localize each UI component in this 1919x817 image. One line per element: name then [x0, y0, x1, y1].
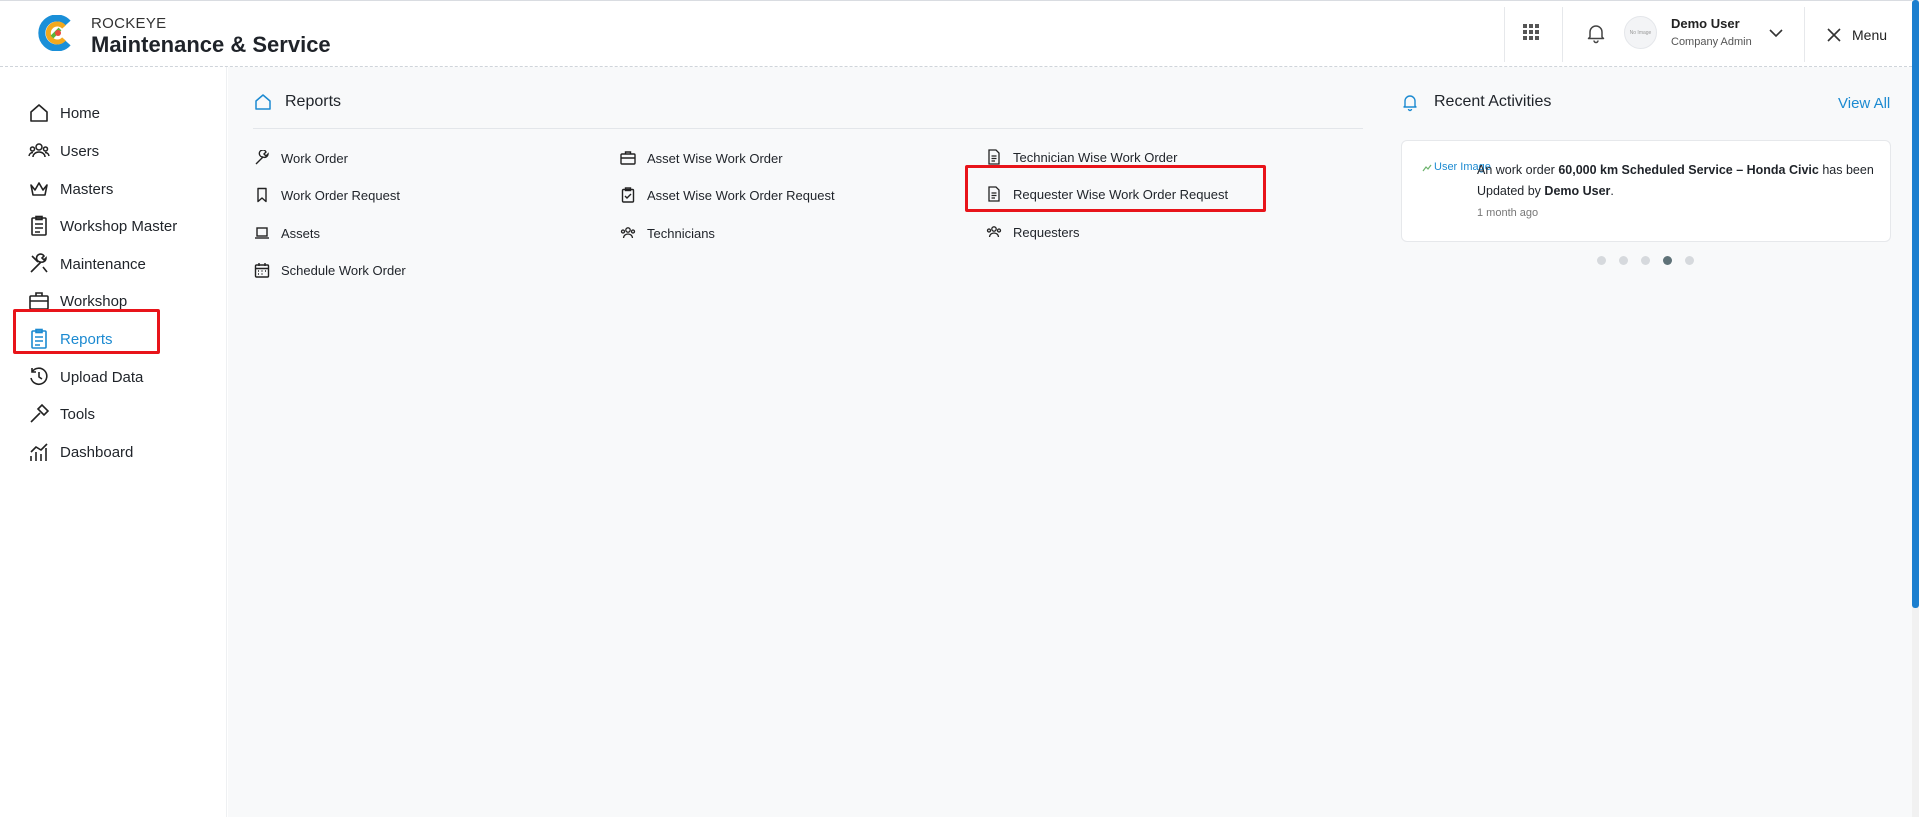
sidebar-item-workshop-master[interactable]: Workshop Master	[28, 213, 177, 239]
report-link-assets[interactable]: Assets	[253, 224, 320, 242]
app-title: Maintenance & Service	[91, 32, 331, 57]
report-link-requester-wise-work-order-request[interactable]: Requester Wise Work Order Request	[985, 185, 1228, 203]
carousel-dot[interactable]	[1597, 256, 1606, 265]
tools-icon	[28, 253, 50, 275]
activity-actor: Demo User	[1544, 184, 1611, 198]
report-link-label: Work Order	[281, 150, 348, 166]
header-divider	[1562, 7, 1563, 62]
report-link-work-order-request[interactable]: Work Order Request	[253, 186, 400, 204]
chart-icon	[28, 441, 50, 463]
menu-label: Menu	[1852, 27, 1888, 43]
sidebar-item-label: Reports	[60, 330, 113, 348]
activity-subject: 60,000 km Scheduled Service – Honda Civi…	[1558, 163, 1819, 177]
hammer-icon	[28, 403, 50, 425]
notifications-bell-icon[interactable]	[1585, 22, 1607, 44]
report-link-asset-wise-work-order[interactable]: Asset Wise Work Order	[619, 149, 783, 167]
report-link-label: Requester Wise Work Order Request	[1013, 186, 1229, 202]
view-all-link[interactable]: View All	[1838, 95, 1890, 112]
sidebar-item-label: Users	[60, 142, 100, 160]
header-divider	[1504, 7, 1505, 62]
report-link-label: Technicians	[647, 225, 715, 241]
sidebar-item-workshop[interactable]: Workshop	[28, 288, 127, 314]
sidebar-item-label: Workshop Master	[60, 217, 178, 235]
report-link-label: Technician Wise Work Order	[1013, 149, 1178, 165]
sidebar-item-label: Maintenance	[60, 255, 146, 273]
document-icon	[985, 185, 1003, 203]
history-icon	[28, 366, 50, 388]
report-link-label: Work Order Request	[281, 187, 400, 203]
report-link-label: Schedule Work Order	[281, 262, 406, 278]
briefcase-icon	[619, 149, 637, 167]
avatar[interactable]: No Image	[1624, 16, 1657, 49]
document-icon	[985, 148, 1003, 166]
brand-name: ROCKEYE	[91, 15, 167, 32]
activity-card: User Image An work order 60,000 km Sched…	[1401, 140, 1891, 242]
report-link-label: Asset Wise Work Order	[647, 150, 783, 166]
menu-button[interactable]: Menu	[1826, 25, 1887, 45]
sidebar-item-tools[interactable]: Tools	[28, 401, 95, 427]
broken-image-icon	[1422, 164, 1432, 172]
report-link-requesters[interactable]: Requesters	[985, 223, 1079, 241]
carousel-dots	[1597, 256, 1694, 265]
scrollbar-thumb[interactable]	[1912, 0, 1919, 608]
carousel-dot[interactable]	[1641, 256, 1650, 265]
sidebar-item-label: Home	[60, 104, 101, 122]
sidebar-item-masters[interactable]: Masters	[28, 176, 113, 202]
crown-icon	[28, 178, 50, 200]
sidebar-item-label: Upload Data	[60, 368, 144, 386]
users-icon	[28, 140, 50, 162]
sidebar-item-label: Dashboard	[60, 443, 134, 461]
report-link-technicians[interactable]: Technicians	[619, 224, 715, 242]
users-icon	[985, 223, 1003, 241]
sidebar-item-upload-data[interactable]: Upload Data	[28, 364, 143, 390]
users-icon	[619, 224, 637, 242]
header-divider	[1804, 7, 1805, 62]
home-icon	[28, 102, 50, 124]
page-title: Reports	[285, 93, 342, 110]
bookmark-icon	[253, 186, 271, 204]
clipboard-check-icon	[619, 186, 637, 204]
clipboard-icon	[28, 215, 50, 237]
reports-header: Reports	[253, 92, 341, 112]
sidebar-item-reports[interactable]: Reports	[28, 326, 113, 352]
sidebar-item-maintenance[interactable]: Maintenance	[28, 251, 146, 277]
report-link-technician-wise-work-order[interactable]: Technician Wise Work Order	[985, 148, 1177, 166]
report-link-label: Assets	[281, 225, 321, 241]
bell-icon	[1403, 95, 1417, 112]
top-header: ROCKEYE Maintenance & Service No Image D…	[0, 0, 1912, 67]
report-link-label: Asset Wise Work Order Request	[647, 187, 835, 203]
home-icon	[255, 94, 271, 110]
sidebar-item-label: Masters	[60, 180, 114, 198]
report-link-work-order[interactable]: Work Order	[253, 149, 348, 167]
sidebar-item-label: Tools	[60, 405, 96, 423]
sidebar-item-label: Workshop	[60, 292, 128, 310]
divider	[253, 128, 1363, 129]
carousel-dot[interactable]	[1619, 256, 1628, 265]
activity-text: An work order 60,000 km Scheduled Servic…	[1477, 163, 1874, 198]
apps-grid-icon[interactable]	[1522, 23, 1540, 41]
sidebar-item-home[interactable]: Home	[28, 100, 100, 126]
briefcase-icon	[28, 290, 50, 312]
carousel-dot[interactable]	[1685, 256, 1694, 265]
report-link-label: Requesters	[1013, 224, 1080, 240]
sidebar-item-dashboard[interactable]: Dashboard	[28, 439, 133, 465]
user-name[interactable]: Demo User	[1671, 16, 1740, 31]
chevron-down-icon[interactable]	[1768, 25, 1784, 41]
activity-time: 1 month ago	[1477, 207, 1539, 219]
recent-activities-header: Recent Activities	[1400, 92, 1551, 112]
calendar-icon	[253, 261, 271, 279]
wrench-icon	[253, 149, 271, 167]
close-icon	[1827, 28, 1841, 42]
recent-activities-title: Recent Activities	[1434, 93, 1552, 110]
sidebar-item-users[interactable]: Users	[28, 138, 99, 164]
user-role: Company Admin	[1671, 36, 1752, 48]
carousel-dot-active[interactable]	[1663, 256, 1672, 265]
report-link-schedule-work-order[interactable]: Schedule Work Order	[253, 261, 406, 279]
rockeye-logo-icon	[38, 15, 71, 51]
laptop-icon	[253, 224, 271, 242]
report-clipboard-icon	[28, 328, 50, 350]
report-link-asset-wise-work-order-request[interactable]: Asset Wise Work Order Request	[619, 186, 835, 204]
